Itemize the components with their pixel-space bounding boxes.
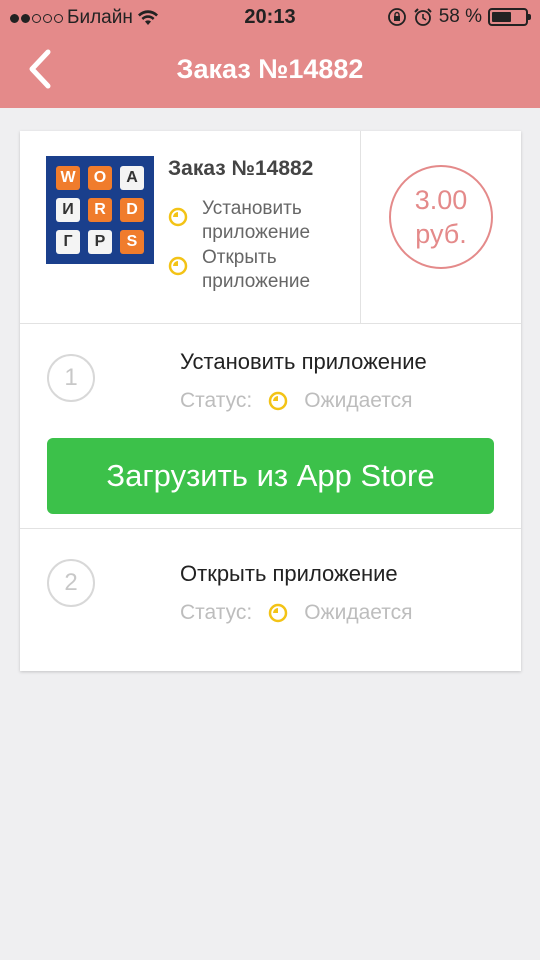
price-badge: 3.00 руб. xyxy=(389,165,493,269)
price-section: 3.00 руб. xyxy=(360,131,522,323)
download-app-store-button[interactable]: Загрузить из App Store xyxy=(47,438,494,514)
app-icon-tile: D xyxy=(120,198,144,222)
status-label: Статус: xyxy=(180,389,253,412)
app-icon-tile: O xyxy=(88,166,112,190)
step-status: Статус: Ожидается xyxy=(180,389,413,413)
price-value: 3.00 xyxy=(414,185,468,215)
status-value: Ожидается xyxy=(304,389,413,412)
status-value: Ожидается xyxy=(304,601,413,624)
app-icon-tile: R xyxy=(88,198,112,222)
pending-clock-icon xyxy=(268,391,288,411)
battery-fill xyxy=(492,12,511,22)
step-number: 1 xyxy=(47,354,95,402)
task-label: Открыть приложение xyxy=(202,246,310,294)
app-icon-tile: A xyxy=(120,166,144,190)
alarm-icon xyxy=(413,8,432,26)
order-summary: W O A И R D Г P S Заказ №14882 Установит… xyxy=(20,131,521,324)
page-title: Заказ №14882 xyxy=(176,54,364,84)
battery-icon xyxy=(488,8,531,26)
pending-clock-icon xyxy=(168,207,188,227)
pending-clock-icon xyxy=(168,256,188,276)
task-label-line: приложение xyxy=(202,271,311,292)
battery-percent: 58 % xyxy=(438,6,482,27)
app-header: Билайн 20:13 58 % Заказ №14882 xyxy=(0,0,540,108)
task-label: Установить приложение xyxy=(202,197,310,245)
status-right: 58 % xyxy=(387,6,531,28)
status-label: Статус: xyxy=(180,601,253,624)
task-item-install: Установить приложение xyxy=(168,197,310,245)
step-title: Установить приложение xyxy=(180,349,427,374)
task-label-line: Установить xyxy=(202,198,302,219)
task-label-line: приложение xyxy=(202,222,311,243)
order-title: Заказ №14882 xyxy=(168,157,314,180)
task-label-line: Открыть xyxy=(202,247,277,268)
app-icon-tile: Г xyxy=(56,230,80,254)
step-title: Открыть приложение xyxy=(180,561,398,586)
app-icon-tile: S xyxy=(120,230,144,254)
step-status: Статус: Ожидается xyxy=(180,601,413,625)
step-open: 2 Открыть приложение Статус: Ожидается xyxy=(20,529,521,671)
app-icon-tile: W xyxy=(56,166,80,190)
task-item-open: Открыть приложение xyxy=(168,246,310,294)
pending-clock-icon xyxy=(268,603,288,623)
status-bar: Билайн 20:13 58 % xyxy=(0,0,540,36)
app-icon[interactable]: W O A И R D Г P S xyxy=(46,156,154,264)
order-card: W O A И R D Г P S Заказ №14882 Установит… xyxy=(20,131,521,671)
price-unit: руб. xyxy=(415,219,467,249)
app-icon-tile: P xyxy=(88,230,112,254)
orientation-lock-icon xyxy=(387,8,406,26)
step-number: 2 xyxy=(47,559,95,607)
app-icon-tile: И xyxy=(56,198,80,222)
